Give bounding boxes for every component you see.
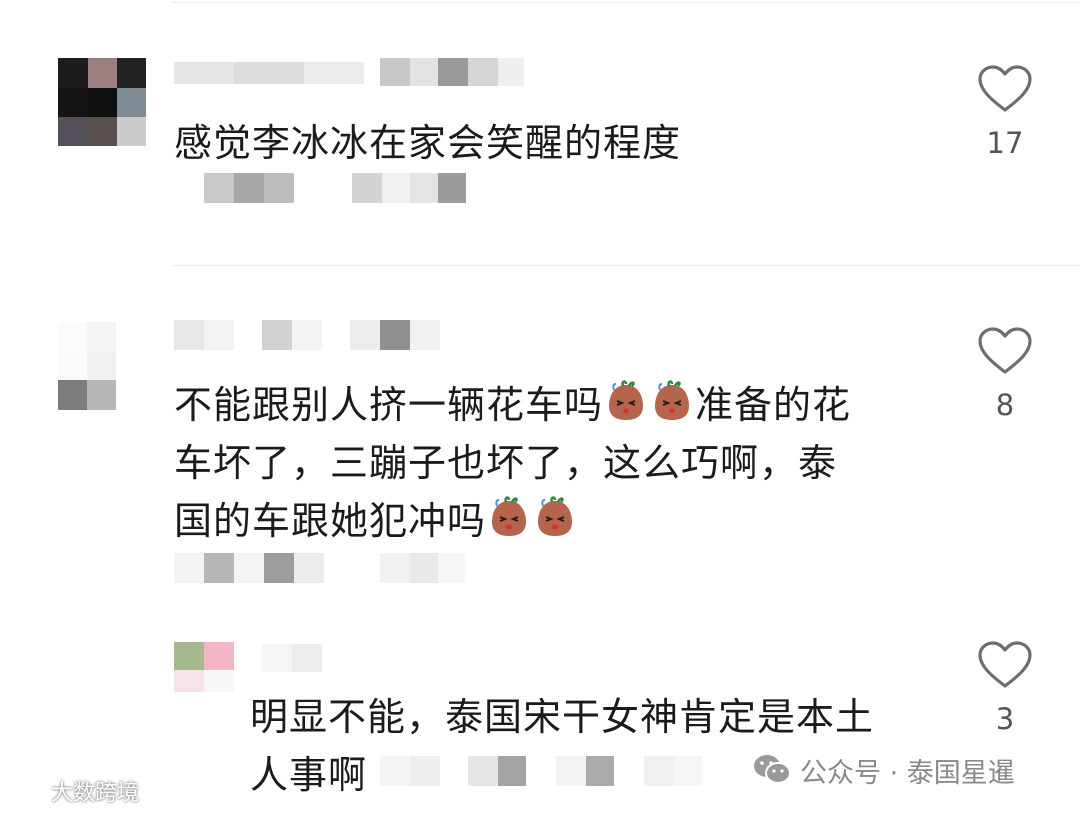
- top-divider: [172, 2, 1080, 3]
- comment-meta-blurred: [204, 173, 466, 203]
- like-count: 3: [995, 702, 1015, 736]
- watermark-right: 公众号 · 泰国星暹: [752, 752, 1015, 796]
- watermark-left: 大数跨境: [8, 775, 139, 810]
- avatar[interactable]: [58, 322, 116, 410]
- username-blurred[interactable]: [262, 644, 322, 672]
- avatar[interactable]: [174, 642, 234, 692]
- comment-text: 感觉李冰冰在家会笑醒的程度: [174, 121, 682, 165]
- like-count: 8: [995, 388, 1015, 422]
- sweating-potato-emoji: [604, 380, 648, 424]
- username-blurred[interactable]: [174, 58, 524, 88]
- like-count: 17: [986, 126, 1024, 160]
- sweating-potato-emoji: [533, 496, 577, 540]
- like-button[interactable]: 17: [970, 64, 1040, 158]
- wechat-icon: [752, 752, 792, 796]
- watermark-logo-icon: [8, 778, 44, 810]
- heart-icon: [970, 640, 1040, 690]
- username-blurred[interactable]: [174, 320, 440, 352]
- comment-meta-blurred: [174, 553, 466, 583]
- sweating-potato-emoji: [487, 496, 531, 540]
- heart-icon: [970, 64, 1040, 114]
- avatar[interactable]: [58, 58, 146, 146]
- like-button[interactable]: 3: [970, 640, 1040, 734]
- comment-divider: [172, 265, 1080, 266]
- sweating-potato-emoji: [650, 380, 694, 424]
- like-button[interactable]: 8: [970, 326, 1040, 420]
- comment-text: 不能跟别人挤一辆花车吗 准备的花 车坏了，三蹦子也坏了，这么巧啊，泰 国的车跟她犯…: [174, 376, 934, 550]
- comment-meta-blurred: [380, 756, 710, 786]
- heart-icon: [970, 326, 1040, 376]
